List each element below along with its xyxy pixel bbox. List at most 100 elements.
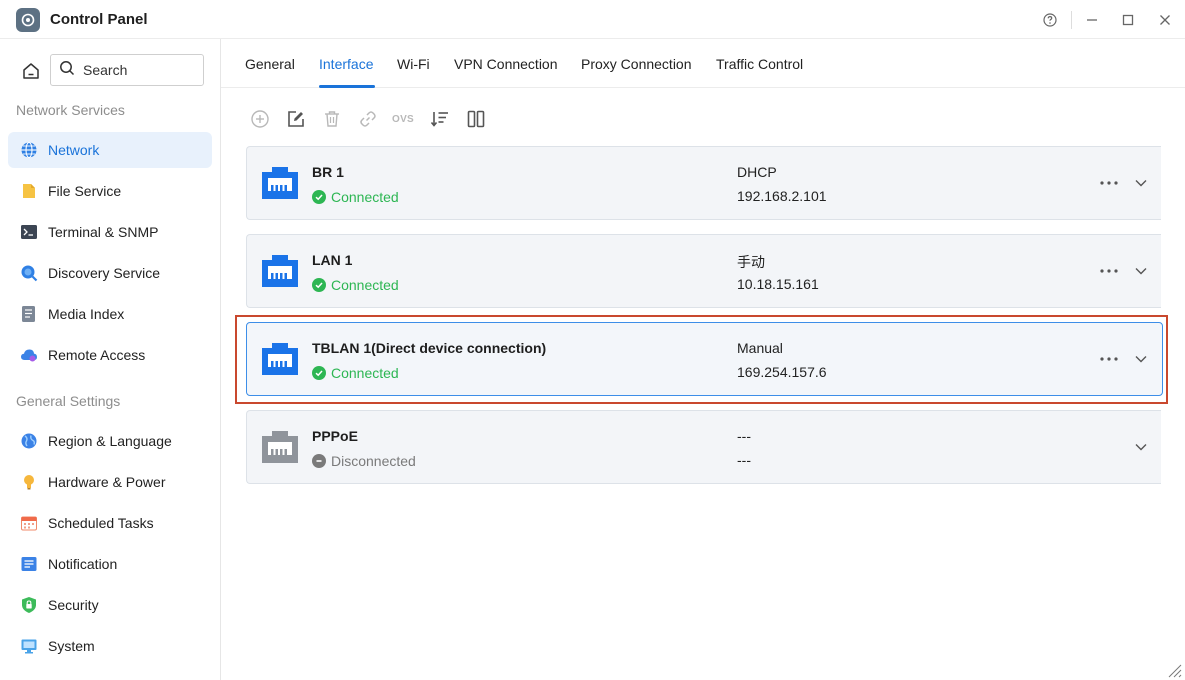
ip-address: 192.168.2.101 bbox=[737, 188, 827, 204]
interface-status: Disconnected bbox=[312, 453, 416, 469]
minimize-icon[interactable] bbox=[1081, 9, 1103, 31]
tab-interface[interactable]: Interface bbox=[319, 56, 373, 72]
sidebar-item-label: Discovery Service bbox=[48, 265, 161, 281]
sidebar-item-label: System bbox=[48, 638, 95, 654]
sidebar-item-hardware-power[interactable]: Hardware & Power bbox=[8, 464, 212, 500]
tab-wi-fi[interactable]: Wi-Fi bbox=[397, 56, 430, 72]
search-input[interactable] bbox=[83, 62, 193, 78]
sidebar-item-scheduled-tasks[interactable]: Scheduled Tasks bbox=[8, 505, 212, 541]
interface-name: PPPoE bbox=[312, 428, 358, 444]
tab-vpn-connection[interactable]: VPN Connection bbox=[454, 56, 558, 72]
ip-mode: 手动 bbox=[737, 254, 765, 270]
terminal-icon bbox=[20, 223, 38, 241]
sidebar-item-label: Notification bbox=[48, 556, 118, 572]
sidebar-item-label: Terminal & SNMP bbox=[48, 224, 159, 240]
sidebar-item-discovery-service[interactable]: Discovery Service bbox=[8, 255, 212, 291]
ip-mode: --- bbox=[737, 428, 751, 444]
interface-card-lan1[interactable]: LAN 1 Connected 手动 10.18.15.161 bbox=[246, 234, 1161, 308]
sidebar-item-network[interactable]: Network bbox=[8, 132, 212, 168]
more-options-icon[interactable] bbox=[1099, 173, 1119, 193]
ip-mode: Manual bbox=[737, 340, 783, 356]
chevron-down-icon[interactable] bbox=[1133, 437, 1149, 457]
main-content: General Interface Wi-Fi VPN Connection P… bbox=[221, 39, 1185, 680]
edit-icon[interactable] bbox=[285, 108, 307, 130]
sidebar-item-label: Security bbox=[48, 597, 99, 613]
ethernet-port-icon bbox=[259, 341, 301, 377]
interface-status: Connected bbox=[312, 365, 399, 381]
delete-icon[interactable] bbox=[321, 108, 343, 130]
ip-address: 169.254.157.6 bbox=[737, 364, 827, 380]
title-separator bbox=[1071, 11, 1072, 29]
sidebar-item-label: Scheduled Tasks bbox=[48, 515, 154, 531]
add-icon[interactable] bbox=[249, 108, 271, 130]
interface-card-pppoe[interactable]: PPPoE Disconnected --- --- bbox=[246, 410, 1161, 484]
interface-name: LAN 1 bbox=[312, 252, 353, 268]
discovery-icon bbox=[20, 264, 38, 282]
maximize-icon[interactable] bbox=[1117, 9, 1139, 31]
cloud-icon bbox=[20, 346, 38, 364]
chevron-down-icon[interactable] bbox=[1133, 173, 1149, 193]
sidebar-item-label: Network bbox=[48, 142, 100, 158]
close-icon[interactable] bbox=[1154, 9, 1176, 31]
title-bar: Control Panel bbox=[0, 0, 1185, 39]
ip-mode: DHCP bbox=[737, 164, 777, 180]
sidebar-item-region-language[interactable]: Region & Language bbox=[8, 423, 212, 459]
sidebar-item-remote-access[interactable]: Remote Access bbox=[8, 337, 212, 373]
active-tab-indicator bbox=[319, 85, 375, 88]
lightbulb-icon bbox=[20, 473, 38, 491]
check-circle-icon bbox=[312, 190, 326, 204]
status-text: Connected bbox=[331, 277, 399, 293]
help-icon[interactable] bbox=[1039, 9, 1061, 31]
tab-traffic-control[interactable]: Traffic Control bbox=[716, 56, 803, 72]
ovs-icon[interactable]: OVS bbox=[392, 108, 414, 130]
search-box[interactable] bbox=[50, 54, 204, 86]
interface-status: Connected bbox=[312, 277, 399, 293]
chevron-down-icon[interactable] bbox=[1133, 261, 1149, 281]
ovs-label: OVS bbox=[391, 113, 415, 125]
ethernet-port-icon bbox=[259, 253, 301, 289]
interface-name: TBLAN 1(Direct device connection) bbox=[312, 340, 547, 356]
sidebar-item-file-service[interactable]: File Service bbox=[8, 173, 212, 209]
monitor-icon bbox=[20, 637, 38, 655]
resize-grip-icon[interactable] bbox=[1166, 662, 1182, 678]
check-circle-icon bbox=[312, 366, 326, 380]
tab-general[interactable]: General bbox=[245, 56, 295, 72]
column-view-icon[interactable] bbox=[465, 108, 487, 130]
sidebar-item-label: Hardware & Power bbox=[48, 474, 166, 490]
sidebar-item-label: Media Index bbox=[48, 306, 125, 322]
link-icon[interactable] bbox=[357, 108, 379, 130]
sidebar-item-label: Region & Language bbox=[48, 433, 172, 449]
notification-icon bbox=[20, 555, 38, 573]
sidebar-item-media-index[interactable]: Media Index bbox=[8, 296, 212, 332]
ip-address: 10.18.15.161 bbox=[737, 276, 819, 292]
sidebar-item-notification[interactable]: Notification bbox=[8, 546, 212, 582]
ethernet-port-icon bbox=[259, 429, 301, 465]
sidebar: Network Services Network File Service Te… bbox=[0, 39, 221, 680]
status-text: Disconnected bbox=[331, 453, 416, 469]
chevron-down-icon[interactable] bbox=[1133, 349, 1149, 369]
interface-card-tblan1[interactable]: TBLAN 1(Direct device connection) Connec… bbox=[246, 322, 1163, 396]
section-label-network-services: Network Services bbox=[16, 102, 125, 118]
tab-proxy-connection[interactable]: Proxy Connection bbox=[581, 56, 692, 72]
more-options-icon[interactable] bbox=[1099, 349, 1119, 369]
interface-name: BR 1 bbox=[312, 164, 344, 180]
shield-icon bbox=[20, 596, 38, 614]
ip-address: --- bbox=[737, 452, 751, 468]
tab-bar: General Interface Wi-Fi VPN Connection P… bbox=[221, 39, 1185, 88]
sidebar-item-security[interactable]: Security bbox=[8, 587, 212, 623]
interface-status: Connected bbox=[312, 189, 399, 205]
sort-icon[interactable] bbox=[429, 108, 451, 130]
sidebar-item-label: File Service bbox=[48, 183, 122, 199]
minus-circle-icon bbox=[312, 454, 326, 468]
control-panel-app-icon bbox=[16, 8, 40, 32]
sidebar-item-terminal-snmp[interactable]: Terminal & SNMP bbox=[8, 214, 212, 250]
globe-icon bbox=[20, 141, 38, 159]
sidebar-item-system[interactable]: System bbox=[8, 628, 212, 664]
folder-icon bbox=[20, 182, 38, 200]
more-options-icon[interactable] bbox=[1099, 261, 1119, 281]
interface-card-br1[interactable]: BR 1 Connected DHCP 192.168.2.101 bbox=[246, 146, 1161, 220]
check-circle-icon bbox=[312, 278, 326, 292]
window-title: Control Panel bbox=[50, 11, 148, 28]
sidebar-item-label: Remote Access bbox=[48, 347, 146, 363]
home-icon[interactable] bbox=[16, 56, 46, 86]
